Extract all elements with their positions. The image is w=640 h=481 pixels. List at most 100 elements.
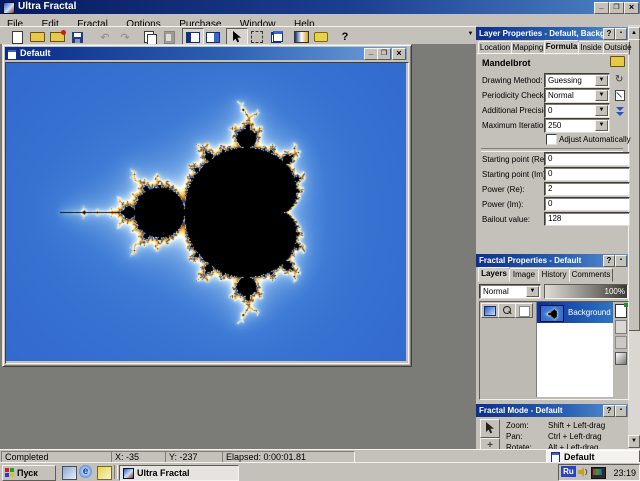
fractal-view-frame xyxy=(5,62,409,364)
reload-formula-icon[interactable]: ↻ xyxy=(615,74,623,85)
opacity-slider[interactable]: 100% xyxy=(544,284,628,299)
fractal-mode-title-bar[interactable]: Fractal Mode - Default ? ▪ xyxy=(476,404,628,417)
shortcut-zoom-action: Zoom: xyxy=(506,421,529,430)
new-file-icon xyxy=(12,31,23,44)
chevron-down-icon[interactable]: ▼ xyxy=(526,286,539,297)
delete-layer-icon[interactable] xyxy=(615,336,627,349)
shortcut-pan-keys: Ctrl + Left-drag xyxy=(548,432,602,441)
fractal-window-maximize-button[interactable]: ❐ xyxy=(377,48,391,60)
scroll-down-button[interactable]: ▼ xyxy=(628,435,640,448)
close-button[interactable]: × xyxy=(624,2,639,14)
clock: 23:19 xyxy=(613,468,636,478)
transparency-icon xyxy=(519,306,530,317)
layer-properties-title-bar[interactable]: Layer Properties - Default, Background ?… xyxy=(476,27,628,40)
fractal-window-title: Default xyxy=(20,48,51,58)
dock-scrollbar[interactable]: ▲ ▼ xyxy=(628,25,640,449)
layer-zoom-button[interactable] xyxy=(498,303,516,318)
pan-mode-button[interactable]: + xyxy=(480,438,500,449)
taskbar-divider xyxy=(114,465,118,479)
precision-select[interactable]: 0 ▼ xyxy=(544,103,610,118)
panel-help-button[interactable]: ? xyxy=(603,405,615,417)
layer-thumbnail xyxy=(540,305,564,322)
task-label: Ultra Fractal xyxy=(137,468,190,478)
fractal-window-title-bar[interactable]: Default _ ❐ × xyxy=(5,47,407,60)
layer-transparency-button[interactable] xyxy=(515,303,533,318)
fractal-mode-body: + Zoom: Shift + Left-drag Pan: Ctrl + Le… xyxy=(476,417,628,449)
formula-name: Mandelbrot xyxy=(482,58,531,68)
copy-icon xyxy=(144,31,154,43)
opacity-value: 100% xyxy=(605,287,625,296)
layer-row-background[interactable]: Background xyxy=(537,302,613,323)
starting-point-re-input[interactable]: 0 xyxy=(544,152,630,166)
comment-icon xyxy=(314,32,328,42)
toggle-panels-icon xyxy=(206,32,220,43)
fractal-window-close-button[interactable]: × xyxy=(392,48,406,60)
display-settings-icon[interactable] xyxy=(591,467,606,479)
restore-button[interactable]: ❐ xyxy=(609,2,624,14)
fractal-properties-title-bar[interactable]: Fractal Properties - Default ? ▪ xyxy=(476,254,628,267)
power-im-input[interactable]: 0 xyxy=(544,197,630,211)
starting-point-im-input[interactable]: 0 xyxy=(544,167,630,181)
power-re-input[interactable]: 2 xyxy=(544,182,630,196)
panel-help-button[interactable]: ? xyxy=(603,255,615,267)
drawing-method-select[interactable]: Guessing ▼ xyxy=(544,73,610,88)
normal-mode-button[interactable] xyxy=(480,419,500,438)
edit-formula-icon[interactable] xyxy=(615,90,625,101)
max-iterations-combo[interactable]: 250 ▼ xyxy=(544,118,610,133)
more-options-icon[interactable] xyxy=(616,107,624,116)
merge-mode-select[interactable]: Normal ▼ xyxy=(479,284,541,299)
quick-launch-icon[interactable] xyxy=(97,466,112,480)
document-task-label: Default xyxy=(564,452,595,462)
adjust-automatically-checkbox[interactable] xyxy=(546,134,557,145)
chevron-down-icon[interactable]: ▼ xyxy=(595,105,608,116)
app-title: Ultra Fractal xyxy=(18,1,76,12)
panel-collapse-button[interactable]: ▪ xyxy=(615,28,627,40)
toggle-fractal-window-icon xyxy=(186,32,200,43)
fractal-canvas[interactable] xyxy=(6,63,406,361)
app-icon xyxy=(3,2,15,14)
chevron-down-icon[interactable]: ▼ xyxy=(595,120,608,131)
add-layer-icon[interactable] xyxy=(615,304,627,318)
gradient-icon xyxy=(294,31,309,43)
power-im-label: Power (Im): xyxy=(482,200,523,209)
panel-help-button[interactable]: ? xyxy=(603,28,615,40)
ultra-fractal-icon xyxy=(123,468,134,479)
redo-icon: ↷ xyxy=(120,31,129,44)
drawing-method-label: Drawing Method: xyxy=(482,76,542,85)
layer-list: Background xyxy=(536,302,613,397)
bailout-label: Bailout value: xyxy=(482,215,530,224)
tab-comments[interactable]: Comments xyxy=(569,268,613,282)
magnifier-icon xyxy=(502,306,512,315)
browse-formula-icon[interactable] xyxy=(610,56,625,67)
browse-icon xyxy=(50,32,65,42)
duplicate-layer-icon[interactable] xyxy=(615,320,627,334)
power-re-label: Power (Re): xyxy=(482,185,525,194)
internet-explorer-icon[interactable]: e xyxy=(79,465,92,478)
chevron-down-icon[interactable]: ▼ xyxy=(595,75,608,86)
toolbar-overflow-button[interactable]: ▼ xyxy=(466,29,475,39)
show-desktop-icon[interactable] xyxy=(62,466,77,480)
taskbar-task-ultra-fractal[interactable]: Ultra Fractal xyxy=(119,465,239,481)
start-button[interactable]: Пуск xyxy=(2,465,56,481)
panel-collapse-button[interactable]: ▪ xyxy=(615,405,627,417)
periodicity-select[interactable]: Normal ▼ xyxy=(544,88,610,103)
fractal-mode-title: Fractal Mode - Default xyxy=(479,406,563,415)
merge-layer-icon[interactable] xyxy=(615,352,627,365)
tab-layers[interactable]: Layers xyxy=(478,267,510,282)
speaker-icon[interactable] xyxy=(578,467,589,477)
language-indicator[interactable]: Ru xyxy=(561,466,576,477)
chevron-down-icon[interactable]: ▼ xyxy=(595,90,608,101)
shortcut-pan-action: Pan: xyxy=(506,432,522,441)
minimize-button[interactable]: _ xyxy=(594,2,609,14)
tab-history[interactable]: History xyxy=(538,268,570,282)
switch-mode-icon xyxy=(251,31,263,43)
windows-logo-icon xyxy=(5,468,14,477)
bailout-input[interactable]: 128 xyxy=(544,212,630,226)
tab-image[interactable]: Image xyxy=(509,268,539,282)
layer-visible-button[interactable] xyxy=(481,303,499,318)
panel-collapse-button[interactable]: ▪ xyxy=(615,255,627,267)
fractal-window-minimize-button[interactable]: _ xyxy=(364,48,378,60)
select-mode-icon xyxy=(232,31,242,43)
starting-point-im-label: Starting point (Im): xyxy=(482,170,548,179)
system-tray: Ru 23:19 xyxy=(558,464,640,481)
